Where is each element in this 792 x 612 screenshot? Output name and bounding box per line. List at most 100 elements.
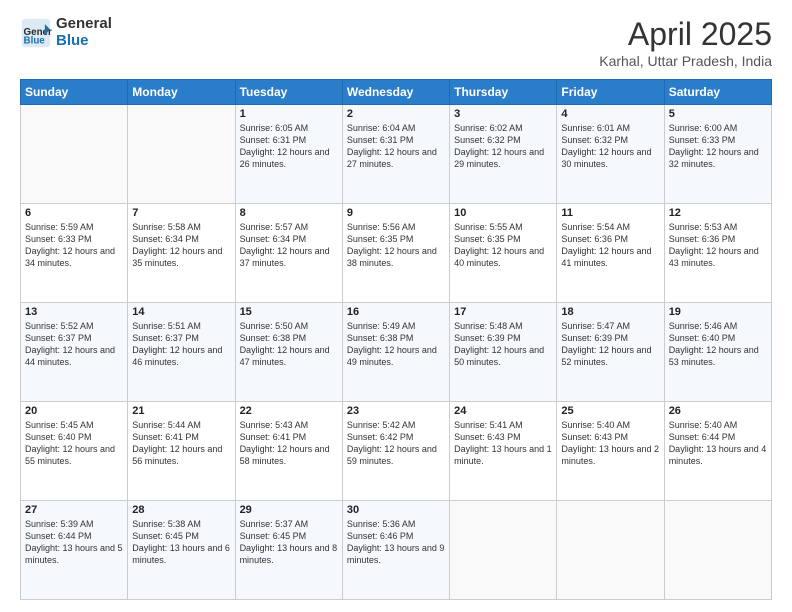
day-number: 5 xyxy=(669,108,767,120)
day-number: 26 xyxy=(669,405,767,417)
cell-content: Sunrise: 5:41 AM Sunset: 6:43 PM Dayligh… xyxy=(454,419,552,468)
calendar-cell: 19 Sunrise: 5:46 AM Sunset: 6:40 PM Dayli… xyxy=(664,303,771,402)
day-number: 16 xyxy=(347,306,445,318)
day-number: 29 xyxy=(240,504,338,516)
calendar-cell: 13 Sunrise: 5:52 AM Sunset: 6:37 PM Dayli… xyxy=(21,303,128,402)
day-number: 20 xyxy=(25,405,123,417)
svg-text:Blue: Blue xyxy=(24,35,46,46)
week-row-5: 27 Sunrise: 5:39 AM Sunset: 6:44 PM Dayli… xyxy=(21,501,772,600)
cell-content: Sunrise: 5:45 AM Sunset: 6:40 PM Dayligh… xyxy=(25,419,123,468)
calendar-cell: 1 Sunrise: 6:05 AM Sunset: 6:31 PM Daylig… xyxy=(235,105,342,204)
day-number: 21 xyxy=(132,405,230,417)
day-number: 11 xyxy=(561,207,659,219)
page: General Blue General Blue April 2025 Kar… xyxy=(0,0,792,612)
cell-content: Sunrise: 5:46 AM Sunset: 6:40 PM Dayligh… xyxy=(669,320,767,369)
calendar-cell: 2Sunrise: 6:04 AM Sunset: 6:31 PM Daylig… xyxy=(342,105,449,204)
calendar-cell: 12 Sunrise: 5:53 AM Sunset: 6:36 PM Dayli… xyxy=(664,204,771,303)
day-number: 4 xyxy=(561,108,659,120)
cell-content: Sunrise: 6:02 AM Sunset: 6:32 PM Dayligh… xyxy=(454,122,552,171)
week-row-4: 20 Sunrise: 5:45 AM Sunset: 6:40 PM Dayli… xyxy=(21,402,772,501)
calendar-cell: 26 Sunrise: 5:40 AM Sunset: 6:44 PM Dayli… xyxy=(664,402,771,501)
day-number: 9 xyxy=(347,207,445,219)
cell-content: Sunrise: 5:52 AM Sunset: 6:37 PM Dayligh… xyxy=(25,320,123,369)
cell-content: Sunrise: 5:54 AM Sunset: 6:36 PM Dayligh… xyxy=(561,221,659,270)
calendar-cell xyxy=(450,501,557,600)
col-header-sunday: Sunday xyxy=(21,80,128,105)
calendar-cell: 25Sunrise: 5:40 AM Sunset: 6:43 PM Dayli… xyxy=(557,402,664,501)
week-row-1: 1 Sunrise: 6:05 AM Sunset: 6:31 PM Daylig… xyxy=(21,105,772,204)
cell-content: Sunrise: 5:51 AM Sunset: 6:37 PM Dayligh… xyxy=(132,320,230,369)
calendar-cell: 20 Sunrise: 5:45 AM Sunset: 6:40 PM Dayli… xyxy=(21,402,128,501)
logo: General Blue General Blue xyxy=(20,16,112,49)
title-block: April 2025 Karhal, Uttar Pradesh, India xyxy=(599,16,772,69)
cell-content: Sunrise: 6:01 AM Sunset: 6:32 PM Dayligh… xyxy=(561,122,659,171)
calendar-cell: 14 Sunrise: 5:51 AM Sunset: 6:37 PM Dayli… xyxy=(128,303,235,402)
week-row-3: 13 Sunrise: 5:52 AM Sunset: 6:37 PM Dayli… xyxy=(21,303,772,402)
cell-content: Sunrise: 5:53 AM Sunset: 6:36 PM Dayligh… xyxy=(669,221,767,270)
calendar-cell: 8Sunrise: 5:57 AM Sunset: 6:34 PM Daylig… xyxy=(235,204,342,303)
cell-content: Sunrise: 5:58 AM Sunset: 6:34 PM Dayligh… xyxy=(132,221,230,270)
cell-content: Sunrise: 5:36 AM Sunset: 6:46 PM Dayligh… xyxy=(347,518,445,567)
cell-content: Sunrise: 6:05 AM Sunset: 6:31 PM Dayligh… xyxy=(240,122,338,171)
calendar-cell xyxy=(664,501,771,600)
cell-content: Sunrise: 5:56 AM Sunset: 6:35 PM Dayligh… xyxy=(347,221,445,270)
day-number: 12 xyxy=(669,207,767,219)
cell-content: Sunrise: 5:39 AM Sunset: 6:44 PM Dayligh… xyxy=(25,518,123,567)
col-header-wednesday: Wednesday xyxy=(342,80,449,105)
calendar-cell: 27 Sunrise: 5:39 AM Sunset: 6:44 PM Dayli… xyxy=(21,501,128,600)
day-number: 23 xyxy=(347,405,445,417)
day-number: 10 xyxy=(454,207,552,219)
calendar-header-row: SundayMondayTuesdayWednesdayThursdayFrid… xyxy=(21,80,772,105)
day-number: 19 xyxy=(669,306,767,318)
cell-content: Sunrise: 5:40 AM Sunset: 6:44 PM Dayligh… xyxy=(669,419,767,468)
day-number: 3 xyxy=(454,108,552,120)
calendar-cell: 17 Sunrise: 5:48 AM Sunset: 6:39 PM Dayli… xyxy=(450,303,557,402)
calendar-cell: 16 Sunrise: 5:49 AM Sunset: 6:38 PM Dayli… xyxy=(342,303,449,402)
calendar-cell: 7Sunrise: 5:58 AM Sunset: 6:34 PM Daylig… xyxy=(128,204,235,303)
calendar-cell: 24 Sunrise: 5:41 AM Sunset: 6:43 PM Dayli… xyxy=(450,402,557,501)
col-header-thursday: Thursday xyxy=(450,80,557,105)
day-number: 28 xyxy=(132,504,230,516)
cell-content: Sunrise: 5:57 AM Sunset: 6:34 PM Dayligh… xyxy=(240,221,338,270)
day-number: 17 xyxy=(454,306,552,318)
week-row-2: 6 Sunrise: 5:59 AM Sunset: 6:33 PM Daylig… xyxy=(21,204,772,303)
calendar-cell: 11 Sunrise: 5:54 AM Sunset: 6:36 PM Dayli… xyxy=(557,204,664,303)
calendar-cell xyxy=(21,105,128,204)
cell-content: Sunrise: 5:44 AM Sunset: 6:41 PM Dayligh… xyxy=(132,419,230,468)
calendar-cell: 6 Sunrise: 5:59 AM Sunset: 6:33 PM Daylig… xyxy=(21,204,128,303)
cell-content: Sunrise: 5:48 AM Sunset: 6:39 PM Dayligh… xyxy=(454,320,552,369)
day-number: 15 xyxy=(240,306,338,318)
cell-content: Sunrise: 5:59 AM Sunset: 6:33 PM Dayligh… xyxy=(25,221,123,270)
calendar-cell: 18Sunrise: 5:47 AM Sunset: 6:39 PM Dayli… xyxy=(557,303,664,402)
calendar-cell: 5 Sunrise: 6:00 AM Sunset: 6:33 PM Daylig… xyxy=(664,105,771,204)
cell-content: Sunrise: 5:40 AM Sunset: 6:43 PM Dayligh… xyxy=(561,419,659,468)
calendar-cell: 30 Sunrise: 5:36 AM Sunset: 6:46 PM Dayli… xyxy=(342,501,449,600)
day-number: 13 xyxy=(25,306,123,318)
day-number: 1 xyxy=(240,108,338,120)
calendar-cell: 4 Sunrise: 6:01 AM Sunset: 6:32 PM Daylig… xyxy=(557,105,664,204)
cell-content: Sunrise: 5:55 AM Sunset: 6:35 PM Dayligh… xyxy=(454,221,552,270)
day-number: 6 xyxy=(25,207,123,219)
day-number: 22 xyxy=(240,405,338,417)
cell-content: Sunrise: 5:37 AM Sunset: 6:45 PM Dayligh… xyxy=(240,518,338,567)
day-number: 24 xyxy=(454,405,552,417)
logo-text-blue: Blue xyxy=(56,33,112,50)
col-header-saturday: Saturday xyxy=(664,80,771,105)
calendar-cell: 21 Sunrise: 5:44 AM Sunset: 6:41 PM Dayli… xyxy=(128,402,235,501)
cell-content: Sunrise: 5:49 AM Sunset: 6:38 PM Dayligh… xyxy=(347,320,445,369)
col-header-monday: Monday xyxy=(128,80,235,105)
calendar-cell xyxy=(128,105,235,204)
calendar-cell: 10 Sunrise: 5:55 AM Sunset: 6:35 PM Dayli… xyxy=(450,204,557,303)
calendar-cell xyxy=(557,501,664,600)
cell-content: Sunrise: 6:00 AM Sunset: 6:33 PM Dayligh… xyxy=(669,122,767,171)
day-number: 30 xyxy=(347,504,445,516)
col-header-friday: Friday xyxy=(557,80,664,105)
calendar-cell: 23Sunrise: 5:42 AM Sunset: 6:42 PM Dayli… xyxy=(342,402,449,501)
cell-content: Sunrise: 5:43 AM Sunset: 6:41 PM Dayligh… xyxy=(240,419,338,468)
calendar-table: SundayMondayTuesdayWednesdayThursdayFrid… xyxy=(20,79,772,600)
calendar-cell: 28Sunrise: 5:38 AM Sunset: 6:45 PM Dayli… xyxy=(128,501,235,600)
cell-content: Sunrise: 5:50 AM Sunset: 6:38 PM Dayligh… xyxy=(240,320,338,369)
day-number: 27 xyxy=(25,504,123,516)
day-number: 14 xyxy=(132,306,230,318)
calendar-cell: 15 Sunrise: 5:50 AM Sunset: 6:38 PM Dayli… xyxy=(235,303,342,402)
